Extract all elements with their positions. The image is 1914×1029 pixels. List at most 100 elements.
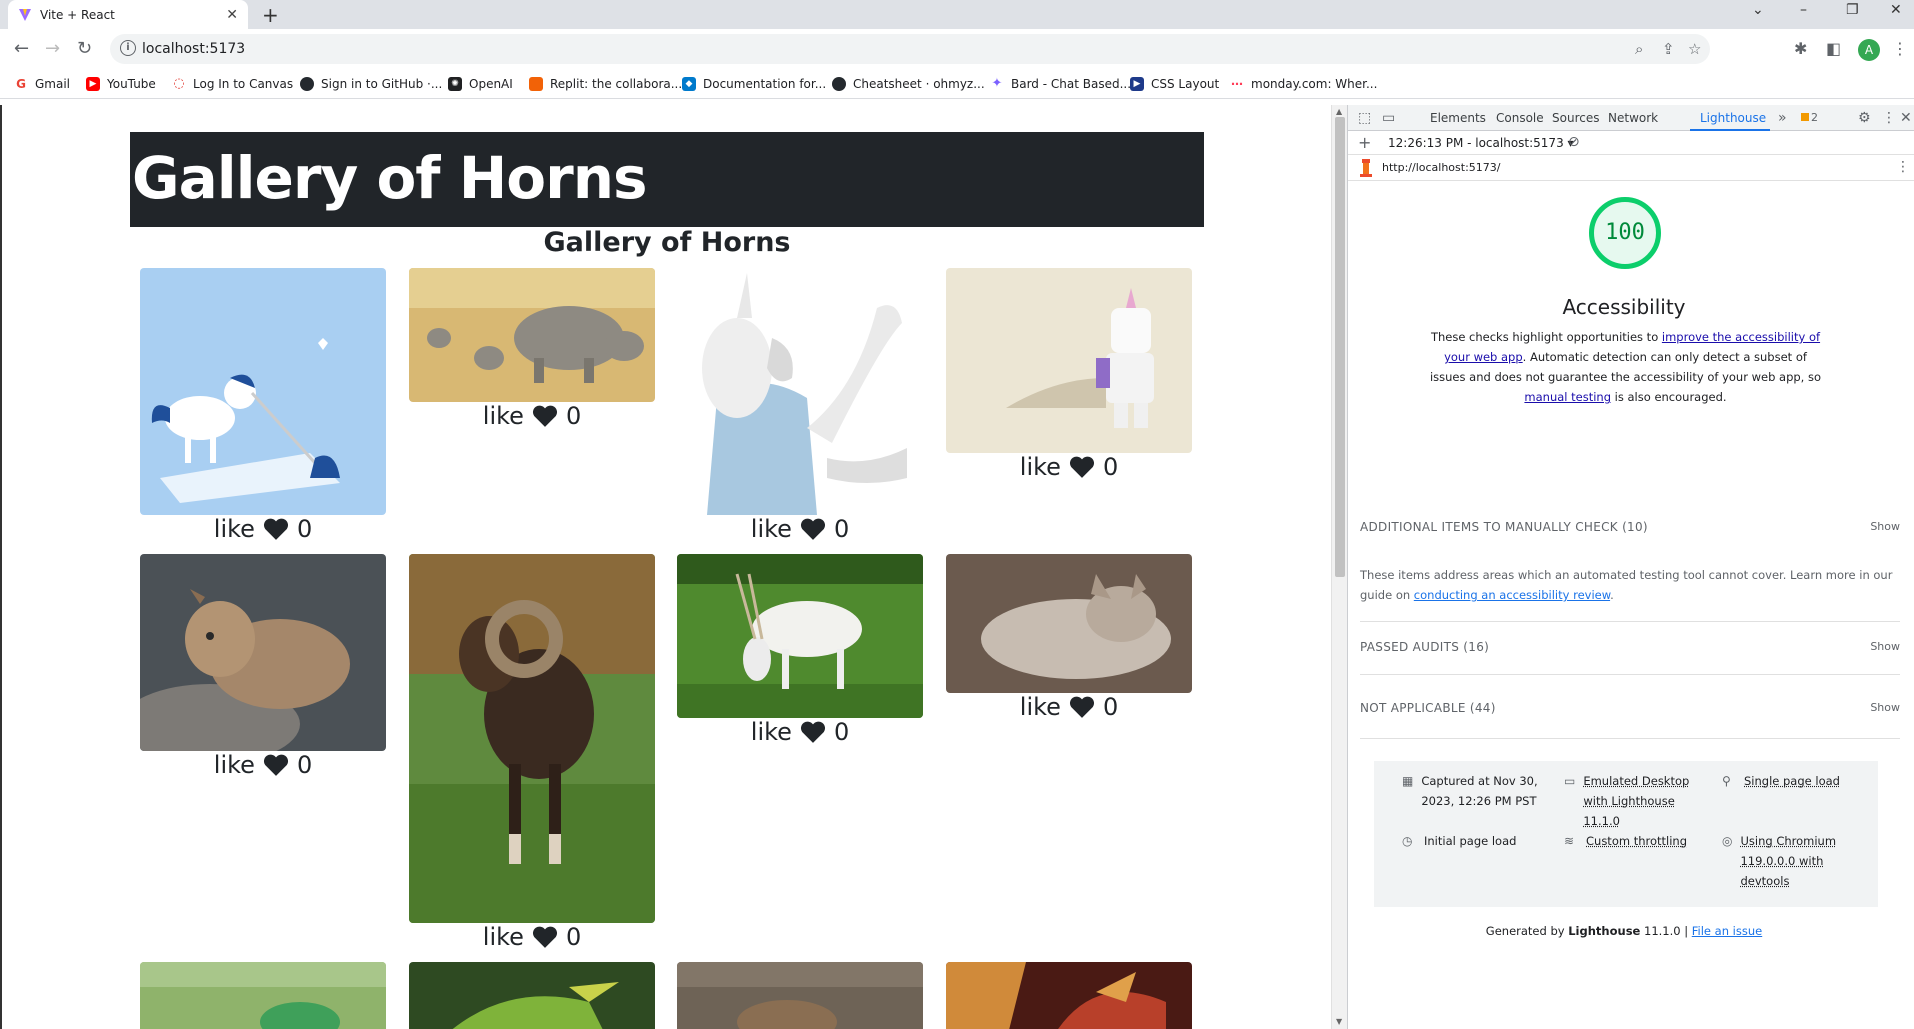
tab-network[interactable]: Network bbox=[1608, 111, 1658, 125]
address-url[interactable]: localhost:5173 bbox=[142, 41, 245, 57]
share-icon[interactable]: ⇪ bbox=[1662, 40, 1675, 58]
tab-elements[interactable]: Elements bbox=[1430, 111, 1486, 125]
bard-icon: ✦ bbox=[990, 77, 1004, 91]
close-devtools-icon[interactable]: ✕ bbox=[1900, 110, 1912, 126]
openai-icon: ✺ bbox=[448, 77, 462, 91]
settings-gear-icon[interactable]: ⚙ bbox=[1858, 110, 1871, 126]
heart-icon[interactable] bbox=[263, 753, 289, 777]
heart-icon[interactable] bbox=[800, 517, 826, 541]
card-image-baby-deer[interactable] bbox=[946, 554, 1192, 693]
tab-console[interactable]: Console bbox=[1496, 111, 1544, 125]
tab-sources[interactable]: Sources bbox=[1552, 111, 1599, 125]
profile-avatar[interactable]: A bbox=[1858, 39, 1880, 61]
passed-audits-section[interactable]: PASSED AUDITS (16) Show bbox=[1360, 621, 1900, 675]
report-selector[interactable]: 12:26:13 PM - localhost:5173 ▾ bbox=[1388, 136, 1574, 150]
bookmark-monday[interactable]: ⋯ monday.com: Wher... bbox=[1230, 77, 1377, 91]
tab-lighthouse[interactable]: Lighthouse bbox=[1700, 111, 1766, 125]
site-info-icon[interactable]: i bbox=[120, 40, 136, 56]
scroll-up-icon[interactable]: ▲ bbox=[1336, 107, 1342, 116]
card-image-lizard[interactable] bbox=[409, 962, 655, 1029]
back-arrow-icon[interactable]: ← bbox=[14, 38, 29, 59]
show-toggle[interactable]: Show bbox=[1870, 640, 1900, 653]
manual-testing-link[interactable]: manual testing bbox=[1524, 390, 1611, 404]
bookmark-gmail[interactable]: G Gmail bbox=[14, 77, 70, 91]
report-menu-icon[interactable]: ⋮ bbox=[1896, 159, 1910, 175]
manual-check-section[interactable]: ADDITIONAL ITEMS TO MANUALLY CHECK (10) … bbox=[1360, 504, 1900, 554]
devtools-tabbar: ⬚ ▭ Elements Console Sources Network Lig… bbox=[1348, 105, 1914, 131]
like-counter[interactable]: like 0 bbox=[946, 453, 1192, 481]
card-image-mouflon[interactable] bbox=[409, 554, 655, 923]
manual-check-description: These items address areas which an autom… bbox=[1360, 565, 1895, 605]
extensions-icon[interactable]: ✱ bbox=[1794, 39, 1807, 58]
address-bar[interactable]: i localhost:5173 ⌕ ⇪ ☆ bbox=[110, 34, 1710, 64]
scroll-thumb[interactable] bbox=[1335, 117, 1345, 577]
github-icon bbox=[832, 77, 846, 91]
devtools-menu-icon[interactable]: ⋮ bbox=[1882, 110, 1896, 126]
bookmark-canvas[interactable]: ◌ Log In to Canvas bbox=[172, 77, 293, 91]
side-panel-icon[interactable]: ◧ bbox=[1826, 39, 1841, 58]
header-banner: Gallery of Horns bbox=[130, 132, 1204, 227]
score-gauge: 100 bbox=[1589, 197, 1661, 269]
heart-icon[interactable] bbox=[263, 517, 289, 541]
like-counter[interactable]: like 0 bbox=[677, 515, 923, 543]
card-image-rhino-family[interactable] bbox=[409, 268, 655, 402]
accessibility-review-link[interactable]: conducting an accessibility review bbox=[1414, 588, 1610, 602]
bookmark-bard[interactable]: ✦ Bard - Chat Based... bbox=[990, 77, 1131, 91]
card-image-unicorn-narwhal[interactable] bbox=[140, 268, 386, 515]
card-image-addax[interactable] bbox=[677, 554, 923, 718]
show-toggle[interactable]: Show bbox=[1870, 701, 1900, 714]
file-issue-link[interactable]: File an issue bbox=[1692, 924, 1762, 938]
close-tab-icon[interactable]: ✕ bbox=[226, 7, 238, 23]
card-image-dragon[interactable] bbox=[946, 962, 1192, 1029]
issues-badge[interactable]: 2 bbox=[1801, 111, 1818, 124]
new-tab-icon[interactable]: + bbox=[262, 3, 279, 27]
like-counter[interactable]: like 0 bbox=[140, 515, 386, 543]
zoom-icon[interactable]: ⌕ bbox=[1635, 40, 1643, 58]
show-toggle[interactable]: Show bbox=[1870, 520, 1900, 533]
heart-icon[interactable] bbox=[532, 925, 558, 949]
bookmark-css-layout[interactable]: ▶ CSS Layout bbox=[1130, 77, 1219, 91]
more-tabs-icon[interactable]: » bbox=[1778, 110, 1787, 126]
card-image-unicorn-head[interactable] bbox=[677, 268, 923, 515]
like-counter[interactable]: like 0 bbox=[409, 402, 655, 430]
menu-kebab-icon[interactable]: ⋮ bbox=[1892, 39, 1908, 58]
page-scrollbar[interactable]: ▲ ▼ bbox=[1331, 105, 1347, 1029]
device-toolbar-icon[interactable]: ▭ bbox=[1382, 110, 1395, 126]
heart-icon[interactable] bbox=[1069, 695, 1095, 719]
forward-arrow-icon[interactable]: → bbox=[45, 38, 60, 59]
meta-throttling: ≋ Custom throttling bbox=[1564, 831, 1694, 851]
tab-strip: Vite + React ✕ + ⌄ – ❐ ✕ bbox=[0, 0, 1914, 29]
bookmark-star-icon[interactable]: ☆ bbox=[1688, 40, 1701, 58]
browser-tab[interactable]: Vite + React ✕ bbox=[8, 0, 248, 29]
bookmark-openai[interactable]: ✺ OpenAI bbox=[448, 77, 513, 91]
card-image-baby-goat[interactable] bbox=[140, 554, 386, 751]
like-counter[interactable]: like 0 bbox=[946, 693, 1192, 721]
tab-search-icon[interactable]: ⌄ bbox=[1752, 2, 1764, 18]
card-image-horned-toad[interactable] bbox=[677, 962, 923, 1029]
clear-reports-icon[interactable]: ⊘ bbox=[1568, 134, 1580, 150]
close-window-icon[interactable]: ✕ bbox=[1890, 2, 1902, 18]
scroll-down-icon[interactable]: ▼ bbox=[1336, 1017, 1342, 1026]
like-counter[interactable]: like 0 bbox=[677, 718, 923, 746]
heart-icon[interactable] bbox=[532, 404, 558, 428]
lighthouse-toolbar: + 12:26:13 PM - localhost:5173 ▾ ⊘ bbox=[1348, 131, 1914, 155]
page-title: Gallery of Horns bbox=[132, 144, 647, 212]
card-image-chameleon[interactable] bbox=[140, 962, 386, 1029]
bookmark-github[interactable]: Sign in to GitHub ·... bbox=[300, 77, 442, 91]
css-layout-icon: ▶ bbox=[1130, 77, 1144, 91]
heart-icon[interactable] bbox=[1069, 455, 1095, 479]
inspect-element-icon[interactable]: ⬚ bbox=[1358, 110, 1371, 126]
not-applicable-section[interactable]: NOT APPLICABLE (44) Show bbox=[1360, 675, 1900, 739]
bookmark-documentation[interactable]: ◆ Documentation for... bbox=[682, 77, 826, 91]
reload-icon[interactable]: ↻ bbox=[77, 38, 92, 59]
bookmark-cheatsheet[interactable]: Cheatsheet · ohmyz... bbox=[832, 77, 985, 91]
minimize-icon[interactable]: – bbox=[1800, 2, 1807, 18]
heart-icon[interactable] bbox=[800, 720, 826, 744]
card-image-unicorn-lego[interactable] bbox=[946, 268, 1192, 453]
like-counter[interactable]: like 0 bbox=[140, 751, 386, 779]
like-counter[interactable]: like 0 bbox=[409, 923, 655, 951]
new-report-icon[interactable]: + bbox=[1358, 133, 1371, 152]
restore-icon[interactable]: ❐ bbox=[1846, 2, 1859, 18]
bookmark-replit[interactable]: Replit: the collabora... bbox=[529, 77, 682, 91]
bookmark-youtube[interactable]: ▶ YouTube bbox=[86, 77, 156, 91]
